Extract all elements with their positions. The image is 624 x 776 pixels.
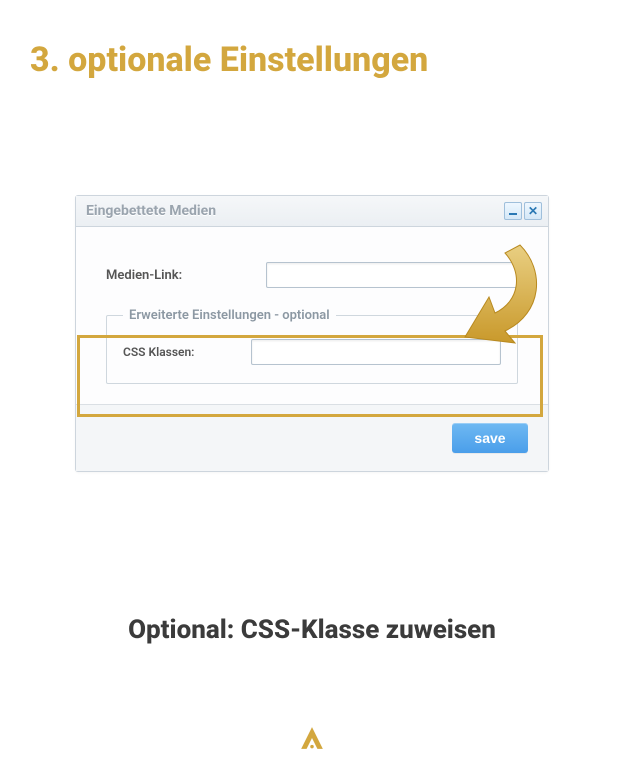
dialog-footer: save (76, 404, 548, 471)
brand-logo-icon (0, 725, 624, 751)
minimize-icon[interactable] (504, 202, 522, 220)
css-classes-label: CSS Klassen: (123, 345, 251, 359)
page-heading: 3. optionale Einstellungen (30, 40, 594, 80)
dialog-titlebar: Eingebettete Medien ✕ (76, 196, 548, 227)
dialog-screenshot: Eingebettete Medien ✕ Medien-Link: Erwei… (75, 195, 549, 472)
media-link-input[interactable] (266, 262, 518, 288)
close-icon[interactable]: ✕ (524, 202, 542, 220)
dialog-title: Eingebettete Medien (86, 203, 216, 219)
media-link-label: Medien-Link: (106, 268, 266, 283)
css-classes-input[interactable] (251, 339, 501, 365)
titlebar-buttons: ✕ (504, 202, 542, 220)
advanced-settings-legend: Erweiterte Einstellungen - optional (123, 308, 336, 323)
save-button[interactable]: save (452, 423, 528, 453)
media-link-row: Medien-Link: (106, 262, 518, 288)
dialog-body: Medien-Link: Erweiterte Einstellungen - … (76, 227, 548, 404)
caption-text: Optional: CSS-Klasse zuweisen (0, 615, 624, 645)
advanced-settings-fieldset: Erweiterte Einstellungen - optional CSS … (106, 308, 518, 384)
css-classes-row: CSS Klassen: (123, 339, 501, 365)
embedded-media-dialog: Eingebettete Medien ✕ Medien-Link: Erwei… (75, 195, 549, 472)
